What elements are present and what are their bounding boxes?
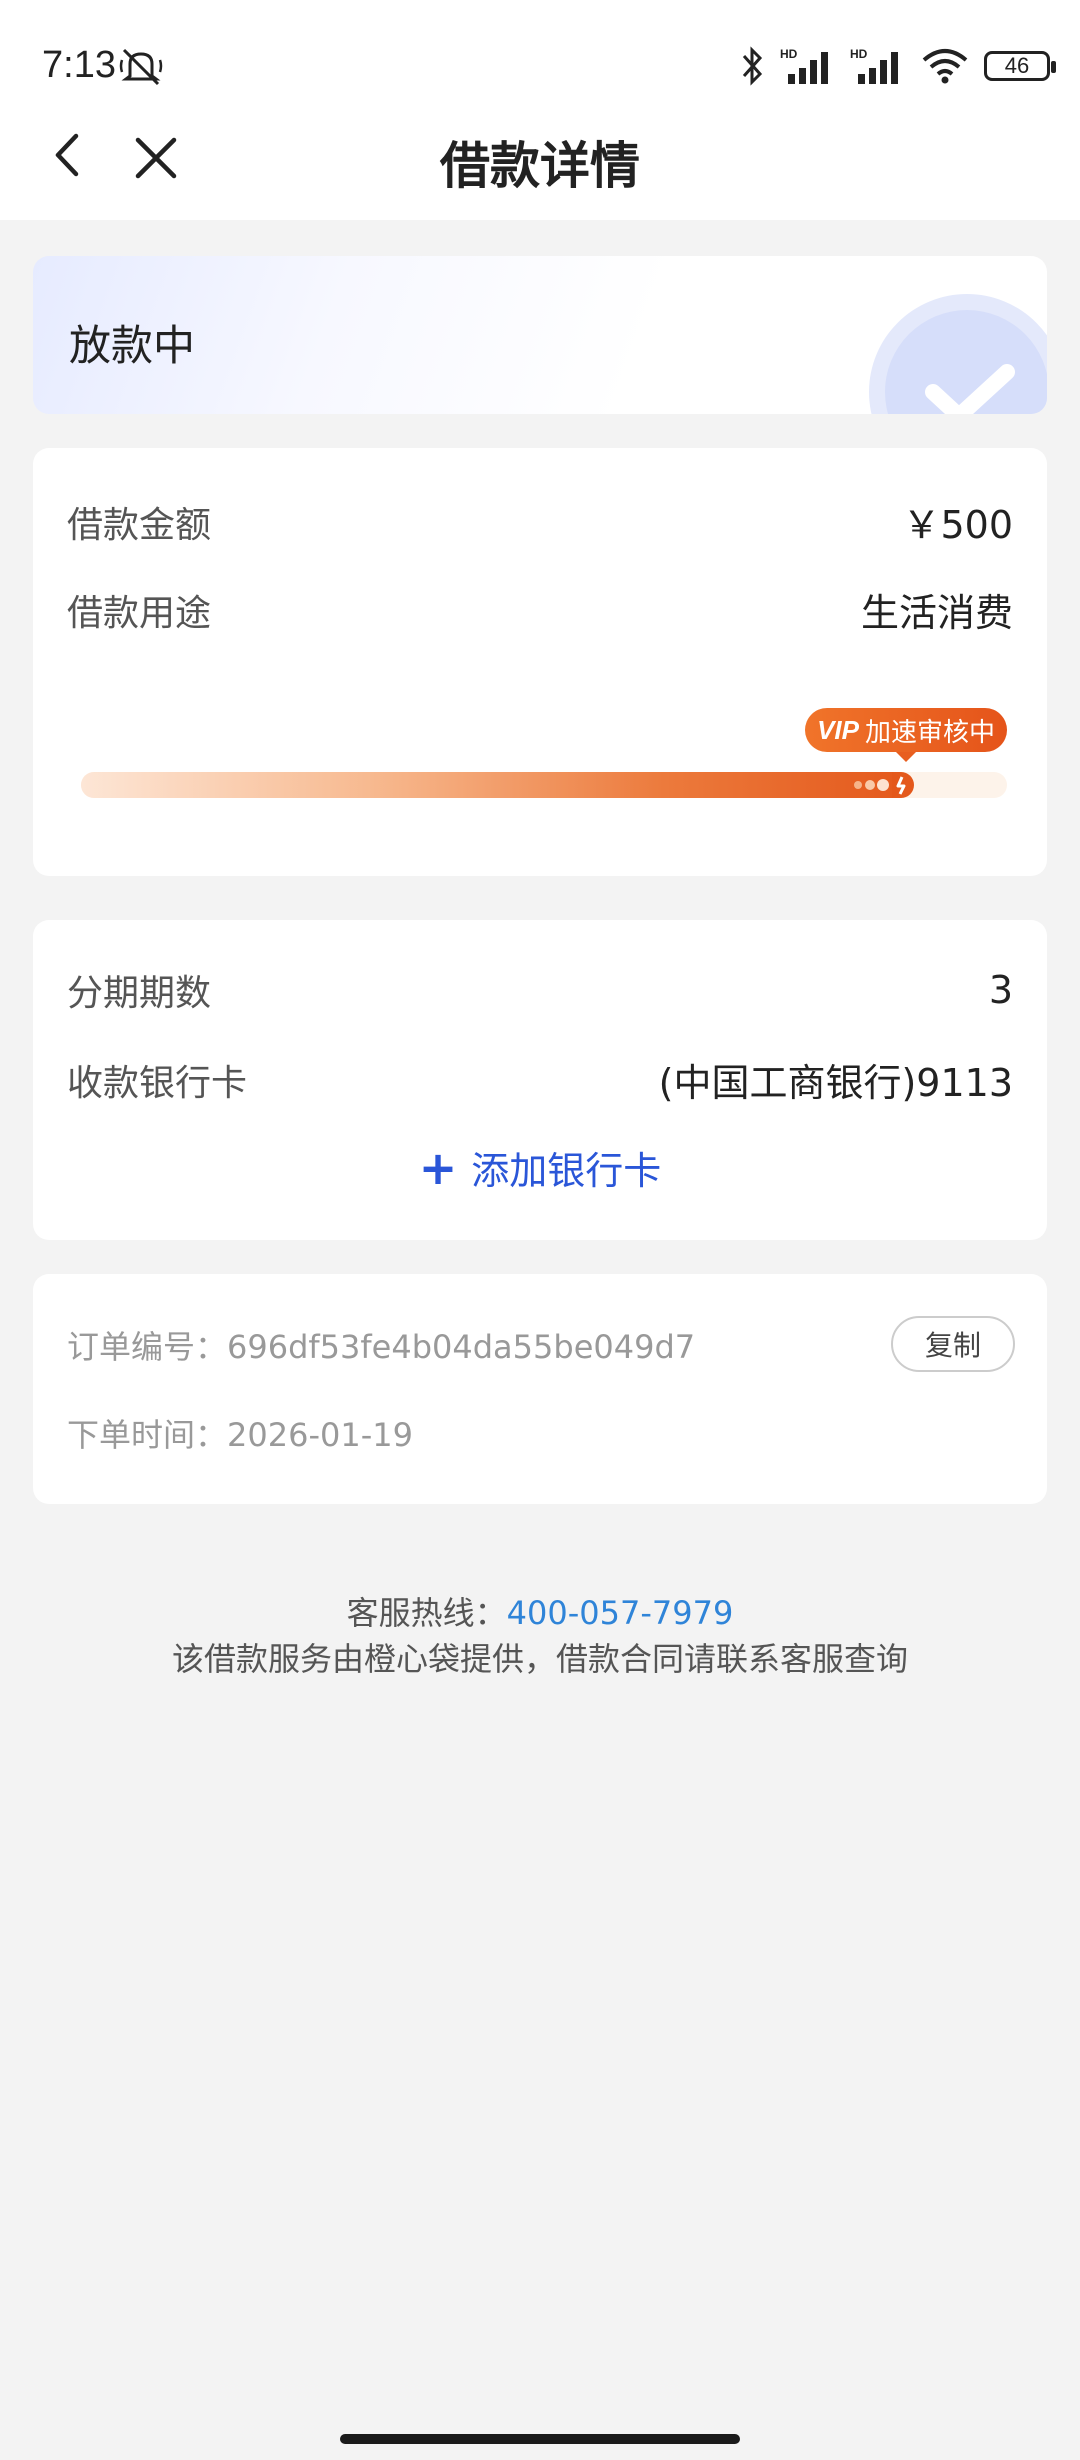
bell-muted-icon (119, 48, 163, 86)
status-time: 7:13 (42, 44, 116, 86)
signal-icon-2: HD (850, 47, 898, 84)
progress-fill (81, 772, 915, 798)
rocket-icon (854, 772, 915, 798)
battery-indicator: 46 (984, 51, 1056, 81)
add-bank-card-button[interactable]: + 添加银行卡 (33, 1140, 1047, 1195)
hotline-link[interactable]: 400-057-7979 (507, 1594, 734, 1632)
status-icons: HD HD 46 (738, 46, 1056, 86)
loan-amount-value: ￥500 (902, 503, 1013, 547)
bank-card-label: 收款银行卡 (67, 1062, 248, 1104)
order-number-value: 696df53fe4b04da55be049d7 (227, 1328, 696, 1366)
vip-badge-text: 加速审核中 (864, 717, 995, 748)
order-info-card: 订单编号：696df53fe4b04da55be049d7 复制 下单时间：20… (33, 1274, 1047, 1504)
hotline-row: 客服热线：400-057-7979 (0, 1590, 1080, 1636)
periods-value: 3 (988, 968, 1013, 1012)
loan-purpose-row: 借款用途 生活消费 (67, 582, 1013, 637)
loan-status-card: 放款中 (33, 256, 1047, 414)
loan-amount-label: 借款金额 (67, 504, 212, 546)
signal-icon: HD (780, 47, 828, 84)
nav-bar: 借款详情 (0, 90, 1080, 220)
loan-purpose-label: 借款用途 (67, 592, 212, 634)
loan-status-text: 放款中 (69, 321, 196, 370)
vip-mark: VIP (817, 714, 859, 745)
review-progress: VIP 加速审核中 (73, 708, 1007, 798)
bank-card-row: 收款银行卡 (中国工商银行)9113 (67, 1052, 1013, 1107)
copy-button[interactable]: 复制 (891, 1316, 1015, 1372)
periods-label: 分期期数 (67, 973, 212, 1014)
order-time-value: 2026-01-19 (227, 1416, 413, 1454)
order-number-row: 订单编号：696df53fe4b04da55be049d7 (67, 1322, 695, 1368)
order-number-label: 订单编号： (67, 1328, 228, 1366)
loan-purpose-value: 生活消费 (860, 591, 1013, 635)
home-indicator[interactable] (340, 2434, 740, 2444)
periods-row: 分期期数 3 (67, 964, 1013, 1016)
check-circle-icon (869, 294, 1047, 414)
loan-amount-row: 借款金额 ￥500 (67, 494, 1013, 549)
hd-label-2: HD (850, 47, 868, 61)
repayment-card: 分期期数 3 收款银行卡 (中国工商银行)9113 + 添加银行卡 (33, 920, 1047, 1240)
wifi-icon (922, 49, 968, 84)
page-title: 借款详情 (440, 137, 640, 195)
service-note: 该借款服务由橙心袋提供，借款合同请联系客服查询 (171, 1640, 908, 1678)
footer: 客服热线：400-057-7979 该借款服务由橙心袋提供，借款合同请联系客服查… (0, 1590, 1080, 1682)
hotline-label: 客服热线： (346, 1594, 507, 1632)
hd-label: HD (780, 47, 798, 61)
loan-info-card: 借款金额 ￥500 借款用途 生活消费 VIP 加速审核中 (33, 448, 1047, 876)
bluetooth-icon (742, 46, 763, 86)
vip-review-badge: VIP 加速审核中 (805, 708, 1007, 762)
order-time-label: 下单时间： (67, 1416, 228, 1454)
bank-card-value: (中国工商银行)9113 (658, 1061, 1013, 1105)
progress-track (81, 772, 1007, 798)
order-time-row: 下单时间：2026-01-19 (67, 1410, 413, 1456)
plus-icon: + (418, 1140, 458, 1195)
add-bank-card-label: 添加银行卡 (471, 1149, 662, 1193)
